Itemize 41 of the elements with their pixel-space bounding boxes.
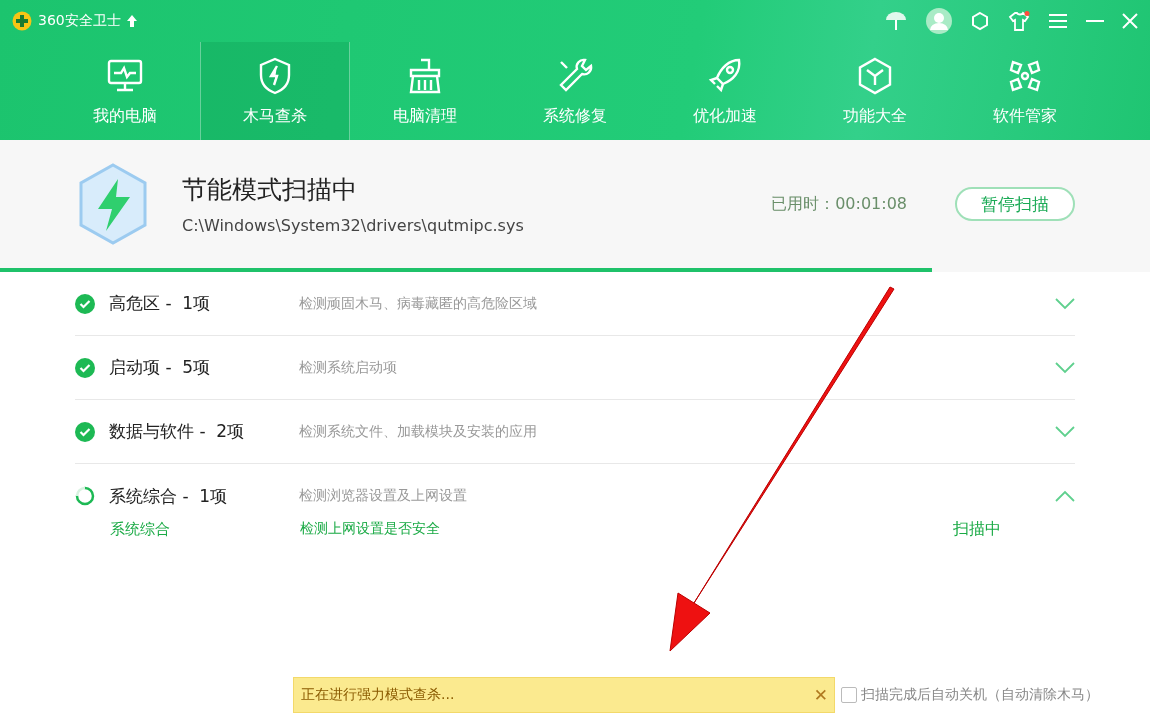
minimize-icon[interactable] [1086, 19, 1104, 23]
avatar-icon[interactable] [926, 8, 952, 34]
upgrade-arrow-icon[interactable] [126, 15, 137, 27]
group-description: 检测系统启动项 [299, 358, 398, 377]
nav-tab[interactable]: 我的电脑 [50, 42, 200, 140]
group-description: 检测浏览器设置及上网设置 [299, 487, 468, 505]
chevron-down-icon[interactable] [1055, 361, 1075, 374]
shirt-icon[interactable] [1008, 11, 1030, 31]
scan-title: 节能模式扫描中 [182, 174, 358, 206]
nav-tab[interactable]: 系统修复 [500, 42, 650, 140]
group-name: 系统综合 - 1项 [109, 484, 229, 508]
umbrella-icon[interactable] [884, 10, 908, 32]
notice-close-button[interactable]: ✕ [813, 685, 828, 705]
chevron-up-icon[interactable] [1055, 490, 1075, 502]
checkbox-label: 扫描完成后自动关机（自动清除木马） [861, 686, 1099, 704]
close-icon[interactable] [1122, 13, 1138, 29]
elapsed-time: 已用时：00:01:08 [771, 193, 907, 215]
checkbox[interactable] [841, 687, 857, 703]
item-name: 系统综合 [110, 519, 171, 539]
nav-tab[interactable]: 软件管家 [950, 42, 1100, 140]
scan-file-path: C:\Windows\System32\drivers\qutmipc.sys [182, 216, 525, 235]
group-description: 检测系统文件、加载模块及安装的应用 [299, 422, 538, 441]
hexagon-network-icon[interactable] [970, 11, 990, 31]
chevron-down-icon[interactable] [1055, 425, 1075, 438]
chevron-down-icon[interactable] [1055, 297, 1075, 310]
pause-scan-button[interactable]: 暂停扫描 [955, 187, 1075, 221]
logo-icon [12, 11, 32, 31]
nav-tab[interactable]: 木马查杀 [200, 42, 350, 140]
menu-icon[interactable] [1048, 13, 1068, 29]
group-name: 启动项 - 5项 [109, 356, 212, 379]
item-status: 扫描中 [953, 518, 1001, 540]
group-name: 数据与软件 - 2项 [109, 420, 246, 443]
nav-tab[interactable]: 优化加速 [650, 42, 800, 140]
group-description: 检测顽固木马、病毒藏匿的高危险区域 [299, 294, 538, 313]
app-title: 360安全卫士 [38, 12, 121, 30]
lightning-shield-icon [78, 163, 148, 245]
nav-tab[interactable]: 功能大全 [800, 42, 950, 140]
notice-text: 正在进行强力模式查杀... [301, 686, 455, 704]
nav-tab[interactable]: 电脑清理 [350, 42, 500, 140]
group-name: 高危区 - 1项 [109, 292, 212, 315]
item-description: 检测上网设置是否安全 [300, 520, 441, 538]
